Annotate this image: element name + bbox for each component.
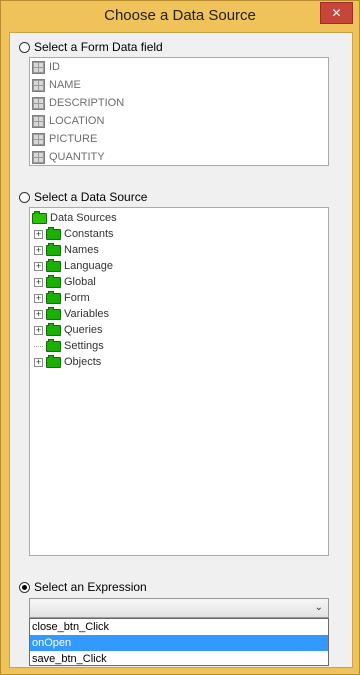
- expand-icon[interactable]: +: [34, 245, 43, 255]
- folder-icon: [46, 242, 61, 256]
- expression-combobox[interactable]: ⌄: [29, 598, 329, 618]
- chevron-down-icon[interactable]: ⌄: [315, 602, 323, 613]
- form-field-item[interactable]: NAME: [30, 76, 328, 94]
- tree-item-label: Constants: [64, 228, 114, 240]
- folder-icon: [46, 338, 61, 352]
- table-field-icon: [32, 132, 45, 146]
- folder-icon: [46, 290, 61, 304]
- form-field-item[interactable]: QUANTITY: [30, 148, 328, 166]
- folder-icon: [46, 322, 61, 336]
- form-field-label: LOCATION: [49, 115, 105, 127]
- title-bar[interactable]: Choose a Data Source ✕: [1, 1, 359, 32]
- form-field-item[interactable]: ID: [30, 58, 328, 76]
- expression-option[interactable]: Select an Expression: [19, 579, 147, 595]
- tree-item[interactable]: + Names: [30, 242, 328, 258]
- form-data-label: Select a Form Data field: [34, 40, 163, 54]
- expression-label: Select an Expression: [34, 580, 147, 594]
- tree-item-label: Variables: [64, 308, 110, 320]
- tree-item-label: Language: [64, 260, 113, 272]
- expression-option-item[interactable]: onOpen: [30, 635, 328, 651]
- tree-item-label: Settings: [64, 340, 104, 352]
- form-field-label: DESCRIPTION: [49, 97, 125, 109]
- close-button[interactable]: ✕: [320, 2, 353, 24]
- form-field-label: QUANTITY: [49, 151, 105, 163]
- form-data-radio[interactable]: [19, 41, 30, 53]
- expand-icon[interactable]: +: [34, 293, 43, 303]
- folder-icon: [46, 226, 61, 240]
- form-field-label: NAME: [49, 79, 81, 91]
- dialog-body: Select a Form Data field ID NAME DESCRIPTI…: [9, 32, 353, 668]
- expression-option-item[interactable]: save_btn_Click: [30, 651, 328, 667]
- expand-icon[interactable]: +: [34, 309, 43, 319]
- expression-option-item[interactable]: close_btn_Click: [30, 619, 328, 635]
- tree-item[interactable]: + Global: [30, 274, 328, 290]
- tree-item[interactable]: + Objects: [30, 354, 328, 370]
- tree-item-label: Objects: [64, 356, 102, 368]
- tree-item[interactable]: + Constants: [30, 226, 328, 242]
- form-data-option[interactable]: Select a Form Data field: [19, 39, 163, 55]
- window-title: Choose a Data Source: [104, 7, 256, 24]
- data-source-label: Select a Data Source: [34, 190, 148, 204]
- expand-icon[interactable]: +: [34, 357, 43, 367]
- form-field-item[interactable]: DESCRIPTION: [30, 94, 328, 112]
- table-field-icon: [32, 114, 45, 128]
- data-source-tree[interactable]: Data Sources + Constants + Names + Language + G…: [29, 207, 329, 556]
- table-field-icon: [32, 60, 45, 74]
- table-field-icon: [32, 150, 45, 164]
- table-field-icon: [32, 78, 45, 92]
- tree-item[interactable]: Settings: [30, 338, 328, 354]
- tree-root[interactable]: Data Sources: [30, 210, 328, 226]
- form-field-item[interactable]: PICTURE: [30, 130, 328, 148]
- expand-icon[interactable]: +: [34, 261, 43, 271]
- expression-dropdown-list[interactable]: close_btn_Click onOpen save_btn_Click: [29, 618, 329, 666]
- tree-item-label: Names: [64, 244, 99, 256]
- form-field-label: ID: [49, 61, 60, 73]
- folder-icon: [46, 258, 61, 272]
- expand-icon[interactable]: +: [34, 229, 43, 239]
- dialog-window: Choose a Data Source ✕ Select a Form Dat…: [0, 0, 360, 675]
- tree-item-label: Global: [64, 276, 96, 288]
- expression-radio[interactable]: [19, 581, 30, 593]
- expand-icon[interactable]: +: [34, 277, 43, 287]
- expand-icon[interactable]: +: [34, 325, 43, 335]
- tree-line-icon: [34, 345, 43, 347]
- folder-icon: [46, 306, 61, 320]
- folder-icon: [46, 274, 61, 288]
- tree-item[interactable]: + Queries: [30, 322, 328, 338]
- tree-root-label: Data Sources: [50, 212, 117, 224]
- folder-icon: [46, 354, 61, 368]
- tree-item[interactable]: + Variables: [30, 306, 328, 322]
- form-field-item[interactable]: LOCATION: [30, 112, 328, 130]
- tree-item[interactable]: + Language: [30, 258, 328, 274]
- tree-item[interactable]: + Form: [30, 290, 328, 306]
- tree-item-label: Form: [64, 292, 90, 304]
- form-field-label: PICTURE: [49, 133, 98, 145]
- data-source-radio[interactable]: [19, 191, 30, 203]
- data-source-option[interactable]: Select a Data Source: [19, 189, 147, 205]
- table-field-icon: [32, 96, 45, 110]
- form-data-list[interactable]: ID NAME DESCRIPTION LOCATION PICTURE QUANTITY: [29, 57, 329, 166]
- tree-item-label: Queries: [64, 324, 103, 336]
- folder-open-icon: [32, 210, 47, 224]
